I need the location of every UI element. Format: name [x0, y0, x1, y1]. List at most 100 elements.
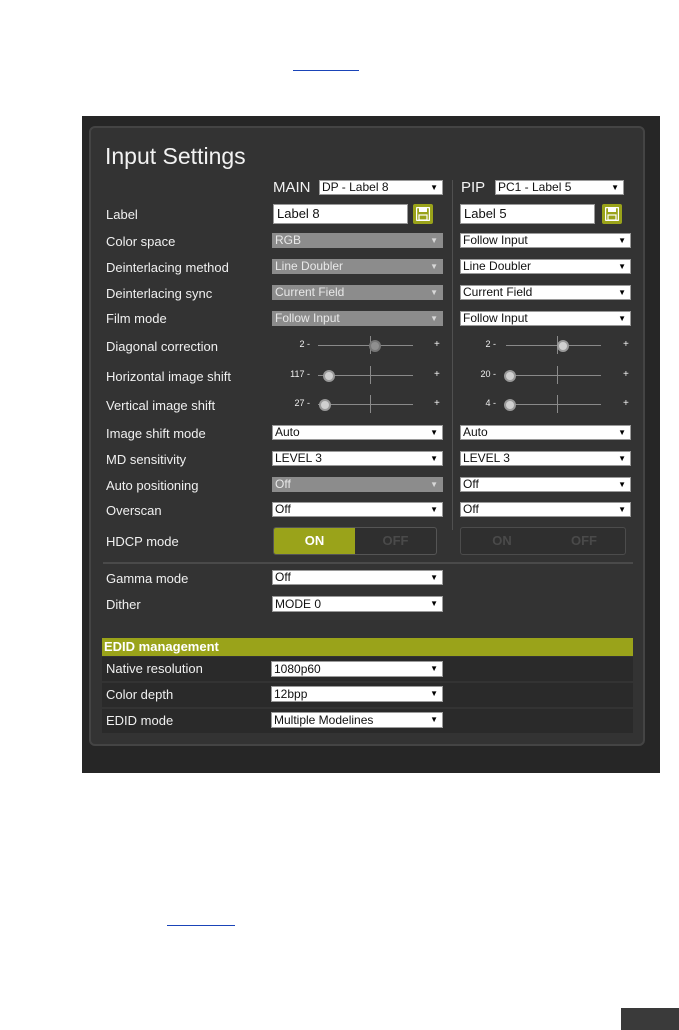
pip-color-space-select[interactable]: Follow Input ▼: [460, 233, 631, 248]
slider-value: 4 -: [485, 398, 496, 408]
main-vertical-shift-slider[interactable]: 27 - +: [273, 395, 443, 413]
section-divider: [103, 562, 633, 564]
main-diagonal-correction-slider[interactable]: 2 - +: [273, 336, 443, 354]
chevron-down-icon: ▼: [430, 664, 438, 673]
main-hdcp-off[interactable]: OFF: [355, 528, 436, 554]
pip-deinterlacing-method-select[interactable]: Line Doubler ▼: [460, 259, 631, 274]
slider-thumb[interactable]: [503, 399, 516, 411]
chevron-down-icon: ▼: [430, 262, 438, 271]
deinterlacing-method-label: Deinterlacing method: [106, 260, 229, 275]
dither-select[interactable]: MODE 0 ▼: [272, 596, 443, 612]
main-deinterlacing-sync-value: Current Field: [275, 285, 345, 299]
slider-plus: +: [434, 339, 440, 350]
gamma-mode-select[interactable]: Off ▼: [272, 570, 443, 585]
main-label-input[interactable]: Label 8: [273, 204, 408, 224]
color-space-label: Color space: [106, 234, 176, 249]
pip-overscan-value: Off: [463, 502, 479, 516]
pip-auto-positioning-select[interactable]: Off ▼: [460, 477, 631, 492]
pip-md-sensitivity-value: LEVEL 3: [463, 451, 510, 465]
chevron-down-icon: ▼: [618, 236, 626, 245]
floppy-disk-icon: [605, 207, 619, 221]
native-resolution-select[interactable]: 1080p60 ▼: [271, 661, 443, 677]
hdcp-mode-label: HDCP mode: [106, 534, 179, 549]
main-overscan-select[interactable]: Off ▼: [272, 502, 443, 517]
main-film-mode-select: Follow Input ▼: [272, 311, 443, 326]
pip-film-mode-select[interactable]: Follow Input ▼: [460, 311, 631, 326]
chevron-down-icon: ▼: [430, 715, 438, 724]
gamma-mode-label: Gamma mode: [106, 571, 189, 586]
chevron-down-icon: ▼: [430, 428, 438, 437]
edid-section-header: EDID management: [102, 638, 633, 656]
chevron-down-icon: ▼: [430, 480, 438, 489]
edid-mode-select[interactable]: Multiple Modelines ▼: [271, 712, 443, 728]
main-image-shift-mode-select[interactable]: Auto ▼: [272, 425, 443, 440]
slider-track: [506, 375, 601, 376]
color-depth-label: Color depth: [106, 687, 174, 702]
slider-center-mark: [370, 395, 371, 413]
pip-horizontal-shift-slider[interactable]: 20 - +: [460, 366, 632, 384]
chevron-down-icon: ▼: [618, 262, 626, 271]
pip-deinterlacing-sync-value: Current Field: [463, 285, 533, 299]
chevron-down-icon: ▼: [430, 505, 438, 514]
slider-thumb[interactable]: [503, 370, 516, 382]
pip-image-shift-mode-select[interactable]: Auto ▼: [460, 425, 631, 440]
native-resolution-value: 1080p60: [274, 662, 321, 676]
pip-label-input[interactable]: Label 5: [460, 204, 595, 224]
chevron-down-icon: ▼: [430, 454, 438, 463]
chevron-down-icon: ▼: [611, 183, 619, 192]
chevron-down-icon: ▼: [618, 480, 626, 489]
chevron-down-icon: ▼: [618, 454, 626, 463]
chevron-down-icon: ▼: [430, 183, 438, 192]
dither-label: Dither: [106, 597, 141, 612]
slider-plus: +: [623, 369, 629, 380]
main-auto-positioning-select: Off ▼: [272, 477, 443, 492]
pip-overscan-select[interactable]: Off ▼: [460, 502, 631, 517]
main-source-select[interactable]: DP - Label 8 ▼: [319, 180, 443, 195]
slider-thumb[interactable]: [318, 399, 331, 411]
document-link[interactable]: [167, 925, 235, 926]
color-depth-value: 12bpp: [274, 687, 308, 701]
slider-thumb[interactable]: [557, 340, 569, 352]
main-md-sensitivity-select[interactable]: LEVEL 3 ▼: [272, 451, 443, 466]
pip-md-sensitivity-select[interactable]: LEVEL 3 ▼: [460, 451, 631, 466]
column-divider: [452, 180, 453, 530]
pip-deinterlacing-sync-select[interactable]: Current Field ▼: [460, 285, 631, 300]
main-deinterlacing-method-select: Line Doubler ▼: [272, 259, 443, 274]
slider-track: [506, 404, 601, 405]
slider-center-mark: [557, 395, 558, 413]
main-horizontal-shift-slider[interactable]: 117 - +: [273, 366, 443, 384]
chevron-down-icon: ▼: [618, 428, 626, 437]
document-link[interactable]: [293, 70, 359, 71]
chevron-down-icon: ▼: [430, 314, 438, 323]
main-column-label: MAIN: [273, 179, 311, 196]
pip-hdcp-on: ON: [492, 533, 512, 548]
main-hdcp-toggle[interactable]: ON OFF: [273, 527, 437, 555]
slider-thumb[interactable]: [369, 340, 381, 352]
horizontal-shift-label: Horizontal image shift: [106, 369, 231, 384]
chevron-down-icon: ▼: [618, 505, 626, 514]
main-save-button[interactable]: [413, 204, 433, 224]
edid-mode-label: EDID mode: [106, 713, 174, 728]
gamma-mode-value: Off: [275, 570, 291, 584]
pip-source-select[interactable]: PC1 - Label 5 ▼: [495, 180, 624, 195]
native-resolution-label: Native resolution: [106, 661, 203, 676]
floppy-disk-icon: [416, 207, 430, 221]
page-title: Input Settings: [105, 143, 246, 169]
deinterlacing-sync-label: Deinterlacing sync: [106, 286, 213, 301]
main-film-mode-value: Follow Input: [275, 311, 340, 325]
main-hdcp-on[interactable]: ON: [274, 528, 355, 554]
pip-vertical-shift-slider[interactable]: 4 - +: [460, 395, 632, 413]
slider-center-mark: [370, 366, 371, 384]
slider-value: 2 -: [299, 339, 310, 349]
pip-diagonal-correction-slider[interactable]: 2 - +: [460, 336, 632, 354]
diagonal-correction-label: Diagonal correction: [106, 339, 219, 354]
slider-track: [318, 404, 413, 405]
pip-auto-positioning-value: Off: [463, 477, 479, 491]
slider-value: 2 -: [485, 339, 496, 349]
pip-column-label: PIP: [461, 179, 486, 196]
slider-thumb[interactable]: [323, 370, 336, 382]
main-image-shift-mode-value: Auto: [275, 425, 300, 439]
main-overscan-value: Off: [275, 502, 291, 516]
pip-save-button[interactable]: [602, 204, 622, 224]
color-depth-select[interactable]: 12bpp ▼: [271, 686, 443, 702]
